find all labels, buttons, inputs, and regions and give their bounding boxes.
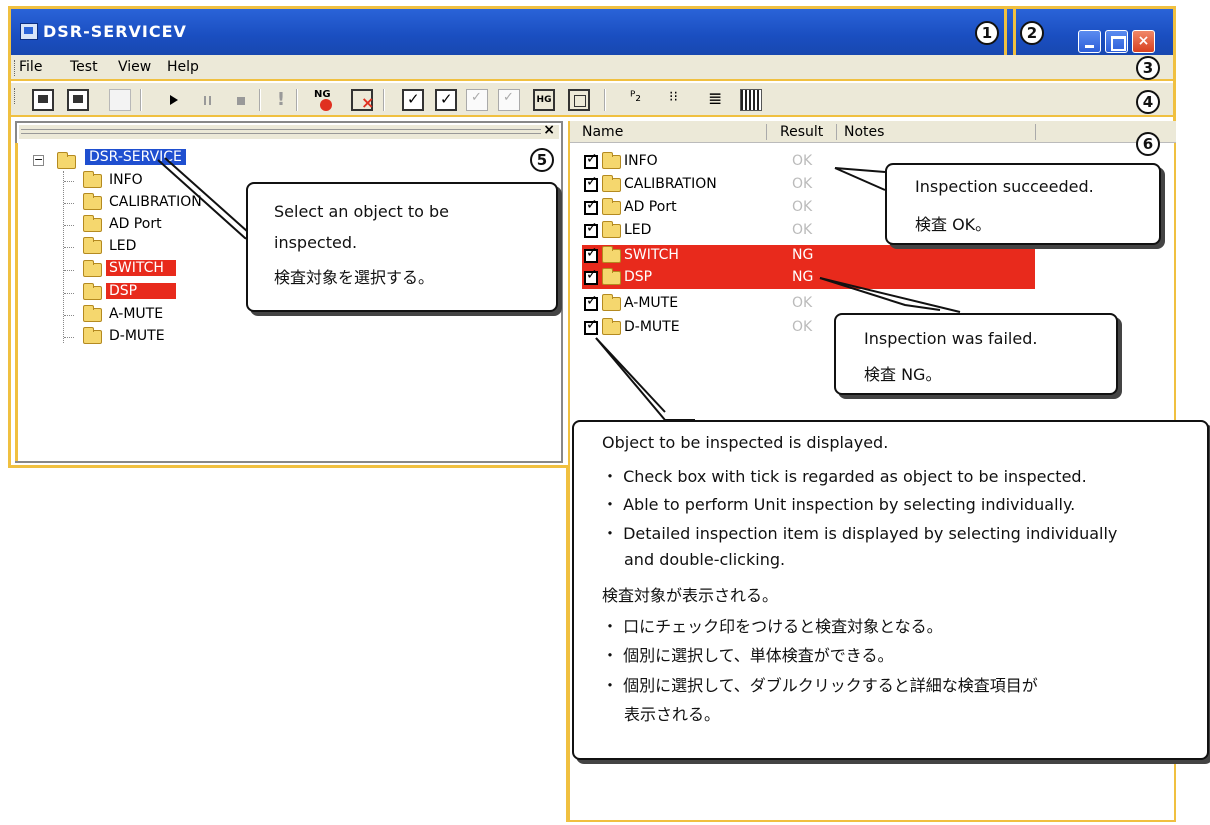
tree-connector (64, 293, 74, 294)
folder-icon (83, 283, 102, 300)
row-result: OK (792, 153, 813, 169)
pane-grip (21, 129, 541, 134)
tree-item-led[interactable]: LED (109, 238, 136, 254)
row-result: OK (792, 176, 813, 192)
folder-icon (602, 175, 621, 192)
folder-icon (602, 221, 621, 238)
callout-line: ・ Detailed inspection item is displayed … (602, 524, 1118, 543)
marker-6: 6 (1136, 132, 1160, 156)
row-result: OK (792, 295, 813, 311)
tree-item-switch[interactable]: SWITCH (106, 260, 176, 276)
column-divider (766, 124, 767, 140)
checkbox[interactable] (584, 293, 598, 311)
callout-line: ・ 口にチェック印をつけると検査対象となる。 (602, 617, 943, 636)
list-row[interactable]: A-MUTE OK (582, 293, 1082, 315)
folder-icon (83, 305, 102, 322)
callout-select-object: Select an object to be inspected. 検査対象を選… (246, 182, 558, 312)
checkbox[interactable] (584, 317, 598, 335)
list-row-ng[interactable]: DSP NG (582, 267, 1035, 289)
checkbox[interactable] (584, 151, 598, 169)
callout-object-displayed: Object to be inspected is displayed. ・ C… (572, 420, 1209, 760)
checkbox[interactable] (584, 220, 598, 238)
tree-connector (64, 270, 74, 271)
folder-icon (83, 171, 102, 188)
callout-line: 検査対象が表示される。 (602, 586, 779, 605)
row-result: NG (792, 269, 814, 285)
callout-line: 検査 NG。 (864, 365, 942, 384)
tree-connector (64, 225, 74, 226)
callout-line: ・ 個別に選択して、単体検査ができる。 (602, 646, 894, 665)
folder-icon (602, 318, 621, 335)
callout-line: 検査 OK。 (915, 215, 992, 234)
column-divider (836, 124, 837, 140)
tree-pane-header: × (19, 122, 559, 139)
row-name: D-MUTE (624, 319, 680, 335)
callout-line: Select an object to be (274, 202, 450, 221)
row-name: SWITCH (624, 247, 679, 263)
folder-icon (83, 193, 102, 210)
folder-icon (83, 327, 102, 344)
folder-icon (602, 294, 621, 311)
list-header: Name Result Notes (570, 121, 1176, 143)
callout-line: 検査対象を選択する。 (274, 268, 435, 287)
callout-line: ・ Check box with tick is regarded as obj… (602, 467, 1087, 486)
callout-line: Inspection succeeded. (915, 177, 1094, 196)
row-name: A-MUTE (624, 295, 679, 311)
callout-inspection-ng: Inspection was failed. 検査 NG。 (834, 313, 1118, 395)
row-name: INFO (624, 153, 658, 169)
folder-icon (602, 198, 621, 215)
tree-item-ad-port[interactable]: AD Port (109, 216, 162, 232)
pane-close-icon[interactable]: × (543, 122, 555, 138)
callout-line: 表示される。 (624, 705, 721, 724)
folder-icon (83, 215, 102, 232)
checkbox[interactable] (584, 267, 598, 285)
row-result: NG (792, 247, 814, 263)
row-result: OK (792, 222, 813, 238)
pane-edge (15, 143, 18, 461)
callout-line: ・ 個別に選択して、ダブルクリックすると詳細な検査項目が (602, 676, 1038, 695)
checkbox[interactable] (584, 245, 598, 263)
tree-item-dsp[interactable]: DSP (106, 283, 176, 299)
callout-inspection-ok: Inspection succeeded. 検査 OK。 (885, 163, 1161, 245)
column-notes[interactable]: Notes (844, 124, 884, 140)
tree-item-a-mute[interactable]: A-MUTE (109, 306, 163, 322)
row-result: OK (792, 319, 813, 335)
column-result[interactable]: Result (780, 124, 823, 140)
callout-line: Inspection was failed. (864, 329, 1038, 348)
row-name: LED (624, 222, 652, 238)
folder-icon (83, 260, 102, 277)
tree-connector (63, 171, 64, 343)
callout-line: and double-clicking. (624, 550, 786, 569)
column-divider (1035, 124, 1036, 140)
collapse-icon[interactable]: − (33, 154, 44, 166)
tree-item-calibration[interactable]: CALIBRATION (109, 194, 202, 210)
column-name[interactable]: Name (582, 124, 623, 140)
callout-line: inspected. (274, 233, 358, 252)
screenshot: DSR-SERVICEV × 1 2 File Test View Help 3… (0, 0, 1210, 825)
list-row-ng[interactable]: SWITCH NG (582, 245, 1035, 267)
marker-5: 5 (530, 148, 554, 172)
callout-line: Object to be inspected is displayed. (602, 433, 889, 452)
tree-item-info[interactable]: INFO (109, 172, 143, 188)
folder-icon (602, 152, 621, 169)
callout-line: ・ Able to perform Unit inspection by sel… (602, 495, 1076, 514)
tree-connector (64, 181, 74, 182)
row-result: OK (792, 199, 813, 215)
row-name: CALIBRATION (624, 176, 717, 192)
row-name: AD Port (624, 199, 677, 215)
tree-item-d-mute[interactable]: D-MUTE (109, 328, 165, 344)
folder-icon (57, 152, 76, 169)
tree-connector (64, 315, 74, 316)
row-name: DSP (624, 269, 653, 285)
tree-connector (64, 247, 74, 248)
folder-icon (83, 237, 102, 254)
tree-root-selected[interactable]: DSR-SERVICE (85, 149, 186, 165)
folder-icon (602, 246, 621, 263)
folder-icon (602, 268, 621, 285)
checkbox[interactable] (584, 197, 598, 215)
tree-connector (64, 337, 74, 338)
checkbox[interactable] (584, 174, 598, 192)
tree-connector (64, 203, 74, 204)
